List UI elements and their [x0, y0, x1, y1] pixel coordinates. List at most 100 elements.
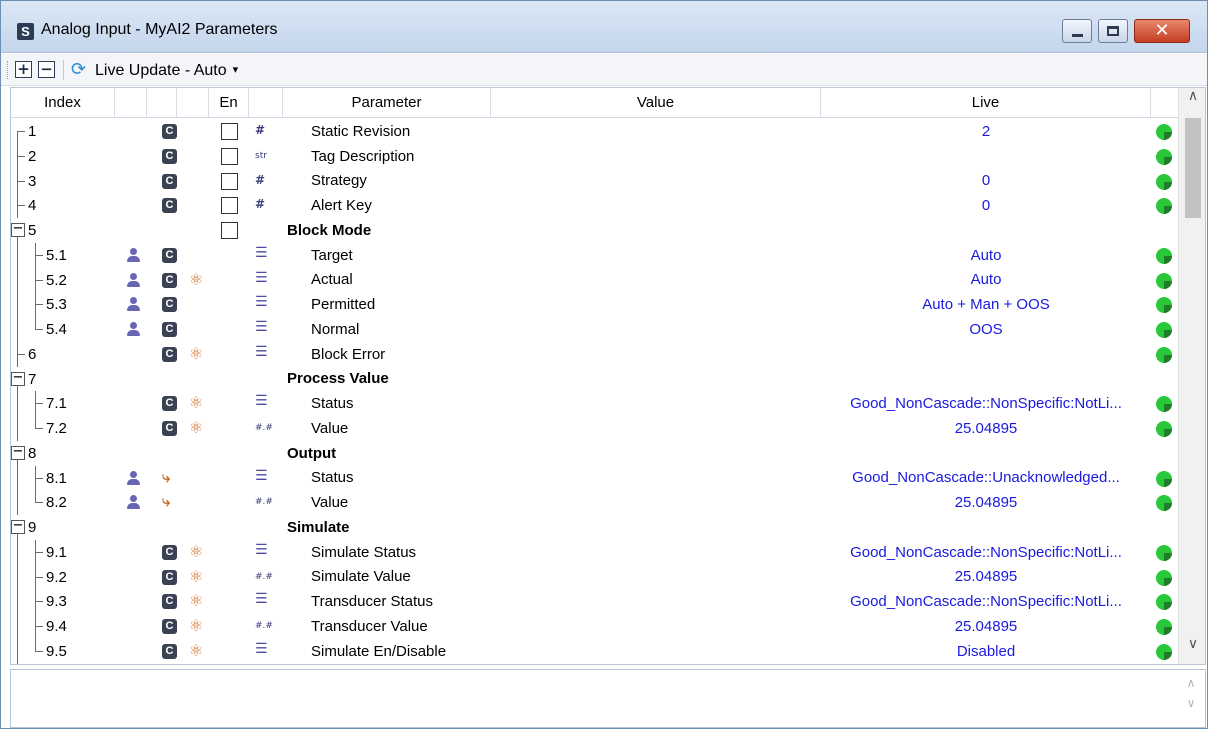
- table-row[interactable]: 5.3 C ☰ Permitted Auto + Man + OOS: [11, 292, 1177, 318]
- live-value: 25.04895: [954, 494, 1018, 512]
- status-indicator-icon: [1156, 569, 1172, 586]
- collapse-node-icon[interactable]: −: [11, 519, 25, 534]
- col-header-index[interactable]: Index: [11, 88, 115, 118]
- table-row[interactable]: 8.2 ⤷ #.# Value 25.04895: [11, 490, 1177, 516]
- status-indicator-icon: [1156, 594, 1172, 611]
- c-icon: C: [162, 396, 177, 412]
- table-row[interactable]: 8.1 ⤷ ☰ Status Good_NonCascade::Unacknow…: [11, 465, 1177, 491]
- enable-checkbox[interactable]: [221, 123, 238, 140]
- enable-checkbox[interactable]: [221, 147, 238, 165]
- col-header-value[interactable]: Value: [491, 88, 821, 118]
- list-type-icon: ☰: [255, 591, 268, 608]
- grid-rows: 1 C # Static Revision 2 2 C str Tag Desc…: [11, 119, 1177, 664]
- table-row[interactable]: 6 C ⚛ ☰ Block Error: [11, 341, 1177, 367]
- row-index-cell: 5.2: [11, 267, 115, 293]
- table-row[interactable]: 9.5 C ⚛ ☰ Simulate En/Disable Disabled: [11, 638, 1177, 664]
- live-update-dropdown[interactable]: Live Update - Auto ▾: [95, 54, 238, 86]
- row-index: 2: [28, 147, 37, 165]
- col-header-en[interactable]: En: [209, 88, 249, 118]
- status-indicator-icon: [1156, 297, 1172, 314]
- row-index: 5.4: [46, 321, 67, 338]
- table-row-group[interactable]: − 5 Block Mode: [11, 218, 1177, 243]
- live-value: 25.04895: [954, 617, 1018, 635]
- scroll-down-icon[interactable]: ∨: [1177, 696, 1205, 710]
- status-indicator-icon: [1156, 173, 1172, 190]
- maximize-button[interactable]: [1098, 19, 1128, 43]
- float-type-icon: #.#: [255, 497, 273, 508]
- parameter-name: Value: [311, 494, 349, 512]
- scroll-thumb[interactable]: [1185, 118, 1201, 218]
- expand-all-button[interactable]: +: [15, 61, 32, 78]
- row-index: 5.1: [46, 246, 67, 264]
- col-header-status[interactable]: [1151, 88, 1178, 118]
- table-row[interactable]: 7.1 C ⚛ ☰ Status Good_NonCascade::NonSpe…: [11, 391, 1177, 417]
- minimize-button[interactable]: [1062, 19, 1092, 43]
- window-title: Analog Input - MyAI2 Parameters: [41, 21, 278, 38]
- description-scrollbar[interactable]: ∧ ∨: [1177, 670, 1205, 727]
- col-header-type[interactable]: [249, 88, 283, 118]
- c-icon: C: [162, 148, 177, 164]
- row-index-cell: − 8: [11, 441, 115, 466]
- table-row[interactable]: 1 C # Static Revision 2: [11, 119, 1177, 144]
- parameter-name: Actual: [311, 271, 353, 289]
- table-row[interactable]: 5.4 C ☰ Normal OOS: [11, 317, 1177, 342]
- row-index: 7: [28, 370, 37, 388]
- row-index: 9.4: [46, 618, 67, 635]
- user-icon: [126, 495, 140, 510]
- col-header-icon3[interactable]: [177, 88, 209, 118]
- integer-type-icon: #: [255, 123, 266, 137]
- table-row[interactable]: 4 C # Alert Key 0: [11, 193, 1177, 219]
- row-index: 9.3: [46, 593, 67, 611]
- collapse-node-icon[interactable]: −: [11, 371, 25, 386]
- parameter-name: Normal: [311, 320, 360, 338]
- list-type-icon: ☰: [255, 269, 268, 286]
- status-indicator-icon: [1156, 470, 1172, 487]
- table-row[interactable]: 3 C # Strategy 0: [11, 168, 1177, 194]
- col-header-icon1[interactable]: [115, 88, 147, 118]
- table-row[interactable]: 9.2 C ⚛ #.# Simulate Value 25.04895: [11, 564, 1177, 590]
- scroll-up-icon[interactable]: ∧: [1179, 88, 1205, 116]
- scroll-down-icon[interactable]: ∨: [1179, 636, 1205, 664]
- enable-checkbox[interactable]: [221, 172, 238, 190]
- scroll-up-icon[interactable]: ∧: [1177, 676, 1205, 690]
- refresh-icon[interactable]: ⟳: [71, 59, 86, 80]
- table-row[interactable]: 5.2 C ⚛ ☰ Actual Auto: [11, 267, 1177, 293]
- row-index-cell: 9.3: [11, 589, 115, 615]
- title-bar[interactable]: S Analog Input - MyAI2 Parameters ✕: [1, 1, 1207, 53]
- table-row-group[interactable]: − 8 Output: [11, 441, 1177, 466]
- col-header-live[interactable]: Live: [821, 88, 1151, 118]
- table-row[interactable]: 5.1 C ☰ Target Auto: [11, 242, 1177, 268]
- parameter-name: Block Error: [311, 345, 386, 363]
- toolbar-grip[interactable]: [7, 61, 10, 79]
- enable-checkbox[interactable]: [221, 222, 238, 239]
- atom-icon: ⚛: [189, 343, 204, 363]
- table-row[interactable]: 9.1 C ⚛ ☰ Simulate Status Good_NonCascad…: [11, 539, 1177, 565]
- table-row[interactable]: 2 C str Tag Description: [11, 143, 1177, 169]
- collapse-all-button[interactable]: −: [38, 61, 55, 78]
- collapse-node-icon[interactable]: −: [11, 222, 25, 237]
- live-value: Good_NonCascade::NonSpecific:NotLi...: [850, 543, 1122, 561]
- parameter-name: Target: [311, 246, 353, 264]
- table-row-group[interactable]: − 7 Process Value: [11, 367, 1177, 392]
- table-row[interactable]: 9.4 C ⚛ #.# Transducer Value 25.04895: [11, 614, 1177, 639]
- live-value: 0: [981, 172, 991, 190]
- table-row[interactable]: 7.2 C ⚛ #.# Value 25.04895: [11, 416, 1177, 441]
- parameter-name: Transducer Status: [311, 593, 433, 611]
- row-index: 9: [28, 519, 37, 536]
- col-header-icon2[interactable]: [147, 88, 177, 118]
- string-type-icon: str: [255, 150, 267, 161]
- collapse-node-icon[interactable]: −: [11, 445, 25, 460]
- enable-checkbox[interactable]: [221, 197, 238, 215]
- vertical-scrollbar[interactable]: ∧ ∨: [1178, 88, 1205, 664]
- group-name: Output: [287, 444, 337, 462]
- table-row-group[interactable]: − 9 Simulate: [11, 515, 1177, 540]
- close-button[interactable]: ✕: [1134, 19, 1190, 43]
- col-header-parameter[interactable]: Parameter: [283, 88, 491, 118]
- description-pane[interactable]: ∧ ∨: [10, 669, 1206, 728]
- table-row[interactable]: 9.3 C ⚛ ☰ Transducer Status Good_NonCasc…: [11, 589, 1177, 615]
- row-index-cell: 9.4: [11, 614, 115, 639]
- c-icon: C: [162, 247, 177, 263]
- status-indicator-icon: [1156, 247, 1172, 264]
- row-index-cell: 3: [11, 168, 115, 194]
- list-type-icon: ☰: [255, 467, 268, 484]
